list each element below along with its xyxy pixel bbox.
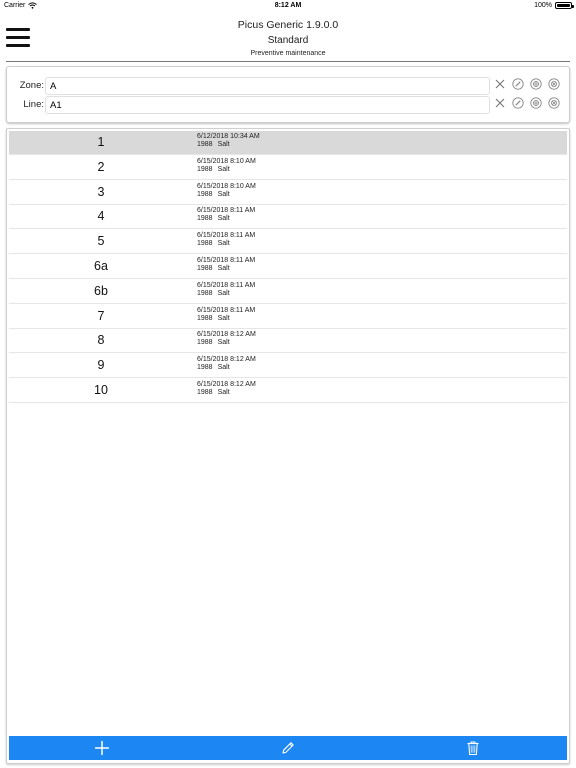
list-item[interactable]: 1 6/12/2018 10:34 AM 1988 Salt bbox=[9, 131, 567, 155]
item-number: 4 bbox=[97, 209, 105, 224]
item-type: Salt bbox=[217, 314, 230, 322]
item-code: 1988 bbox=[197, 314, 213, 322]
list-item[interactable]: 6b 6/15/2018 8:11 AM 1988 Salt bbox=[9, 280, 567, 304]
item-date: 6/15/2018 8:12 AM bbox=[197, 356, 256, 364]
clock: 8:12 AM bbox=[274, 2, 302, 9]
item-meta: 1988 Salt bbox=[197, 315, 230, 322]
list-item[interactable]: 4 6/15/2018 8:11 AM 1988 Salt bbox=[9, 205, 567, 230]
item-number: 8 bbox=[97, 333, 105, 348]
list-item[interactable]: 8 6/15/2018 8:12 AM 1988 Salt bbox=[9, 329, 567, 354]
list-item[interactable]: 7 6/15/2018 8:11 AM 1988 Salt bbox=[9, 305, 567, 329]
item-date: 6/15/2018 8:11 AM bbox=[197, 306, 256, 314]
item-meta: 1988 Salt bbox=[197, 240, 230, 247]
item-meta: 1988 Salt bbox=[197, 215, 230, 222]
item-date: 6/15/2018 8:11 AM bbox=[197, 232, 256, 240]
battery-percent: 100% bbox=[534, 2, 552, 9]
item-number: 3 bbox=[97, 184, 105, 199]
item-type: Salt bbox=[217, 240, 230, 248]
list-item[interactable]: 5 6/15/2018 8:11 AM 1988 Salt bbox=[9, 230, 567, 255]
close-icon[interactable] bbox=[494, 97, 506, 109]
item-type: Salt bbox=[217, 265, 230, 272]
item-type: Salt bbox=[217, 339, 230, 347]
zone-actions bbox=[494, 78, 560, 90]
item-code: 1988 bbox=[197, 364, 213, 372]
battery-group: 100% bbox=[534, 2, 574, 9]
app-title: Picus Generic 1.9.0.0 bbox=[237, 19, 339, 31]
list-item[interactable]: 3 6/15/2018 8:10 AM 1988 Salt bbox=[9, 181, 567, 205]
item-meta: 1988 Salt bbox=[197, 364, 230, 371]
item-code: 1988 bbox=[197, 265, 213, 272]
maintenance-list: 1 6/12/2018 10:34 AM 1988 Salt 2 6/15/2018 8:… bbox=[6, 128, 570, 764]
zone-filter-row: Zone: bbox=[7, 77, 569, 95]
item-code: 1988 bbox=[197, 190, 213, 198]
item-date: 6/15/2018 8:11 AM bbox=[197, 207, 256, 215]
zone-label: Zone: bbox=[19, 80, 44, 91]
item-code: 1988 bbox=[197, 215, 213, 223]
list-item[interactable]: 6a 6/15/2018 8:11 AM 1988 Salt bbox=[9, 255, 567, 279]
item-date: 6/15/2018 8:10 AM bbox=[197, 182, 256, 190]
item-number: 2 bbox=[97, 159, 105, 174]
item-date: 6/15/2018 8:12 AM bbox=[197, 331, 256, 339]
item-number: 1 bbox=[97, 135, 105, 149]
item-date: 6/15/2018 8:11 AM bbox=[197, 257, 256, 264]
item-number: 5 bbox=[97, 234, 105, 249]
item-type: Salt bbox=[217, 141, 230, 148]
item-type: Salt bbox=[217, 190, 230, 198]
bottom-toolbar bbox=[9, 736, 567, 760]
item-meta: 1988 Salt bbox=[197, 141, 230, 148]
item-number: 7 bbox=[97, 308, 105, 323]
add-circle-icon[interactable] bbox=[530, 78, 542, 90]
item-code: 1988 bbox=[197, 339, 213, 347]
zone-field[interactable] bbox=[45, 77, 490, 95]
pencil-icon[interactable] bbox=[279, 739, 297, 757]
filter-panel: Zone: Line: bbox=[6, 66, 570, 123]
item-number: 10 bbox=[94, 383, 108, 397]
page-caption: Preventive maintenance bbox=[250, 50, 326, 57]
item-code: 1988 bbox=[197, 141, 213, 148]
item-code: 1988 bbox=[197, 389, 213, 396]
line-actions bbox=[494, 97, 560, 109]
battery-icon bbox=[555, 2, 574, 9]
list-item[interactable]: 2 6/15/2018 8:10 AM 1988 Salt bbox=[9, 156, 567, 180]
header-divider bbox=[6, 61, 570, 62]
item-number: 6b bbox=[94, 283, 108, 298]
line-label: Line: bbox=[23, 99, 44, 110]
trash-icon[interactable] bbox=[464, 739, 482, 757]
remove-circle-icon[interactable] bbox=[548, 78, 560, 90]
list-item[interactable]: 9 6/15/2018 8:12 AM 1988 Salt bbox=[9, 354, 567, 379]
item-date: 6/12/2018 10:34 AM bbox=[197, 133, 260, 140]
item-meta: 1988 Salt bbox=[197, 265, 230, 272]
item-date: 6/15/2018 8:12 AM bbox=[197, 381, 256, 388]
line-field[interactable] bbox=[45, 96, 490, 114]
remove-circle-icon[interactable] bbox=[548, 97, 560, 109]
page-subtitle: Standard bbox=[267, 35, 309, 46]
item-date: 6/15/2018 8:10 AM bbox=[197, 157, 256, 165]
line-filter-row: Line: bbox=[7, 96, 569, 114]
item-meta: 1988 Salt bbox=[197, 339, 230, 346]
item-code: 1988 bbox=[197, 240, 213, 248]
item-type: Salt bbox=[217, 215, 230, 223]
item-date: 6/15/2018 8:11 AM bbox=[197, 281, 256, 289]
plus-icon[interactable] bbox=[93, 739, 111, 757]
item-code: 1988 bbox=[197, 165, 213, 173]
item-type: Salt bbox=[217, 364, 230, 372]
item-meta: 1988 Salt bbox=[197, 389, 230, 396]
item-meta: 1988 Salt bbox=[197, 191, 230, 198]
close-icon[interactable] bbox=[494, 78, 506, 90]
item-meta: 1988 Salt bbox=[197, 290, 230, 297]
item-number: 9 bbox=[97, 358, 105, 373]
item-type: Salt bbox=[217, 289, 230, 297]
app-header: Picus Generic 1.9.0.0 Standard Preventiv… bbox=[0, 13, 576, 63]
add-circle-icon[interactable] bbox=[530, 97, 542, 109]
item-meta: 1988 Salt bbox=[197, 166, 230, 173]
item-type: Salt bbox=[217, 165, 230, 173]
edit-circle-icon[interactable] bbox=[512, 78, 524, 90]
list-item[interactable]: 10 6/15/2018 8:12 AM 1988 Salt bbox=[9, 379, 567, 403]
edit-circle-icon[interactable] bbox=[512, 97, 524, 109]
status-bar: Carrier 8:12 AM 100% bbox=[0, 0, 576, 13]
item-code: 1988 bbox=[197, 289, 213, 297]
item-number: 6a bbox=[94, 259, 108, 273]
item-type: Salt bbox=[217, 389, 230, 396]
